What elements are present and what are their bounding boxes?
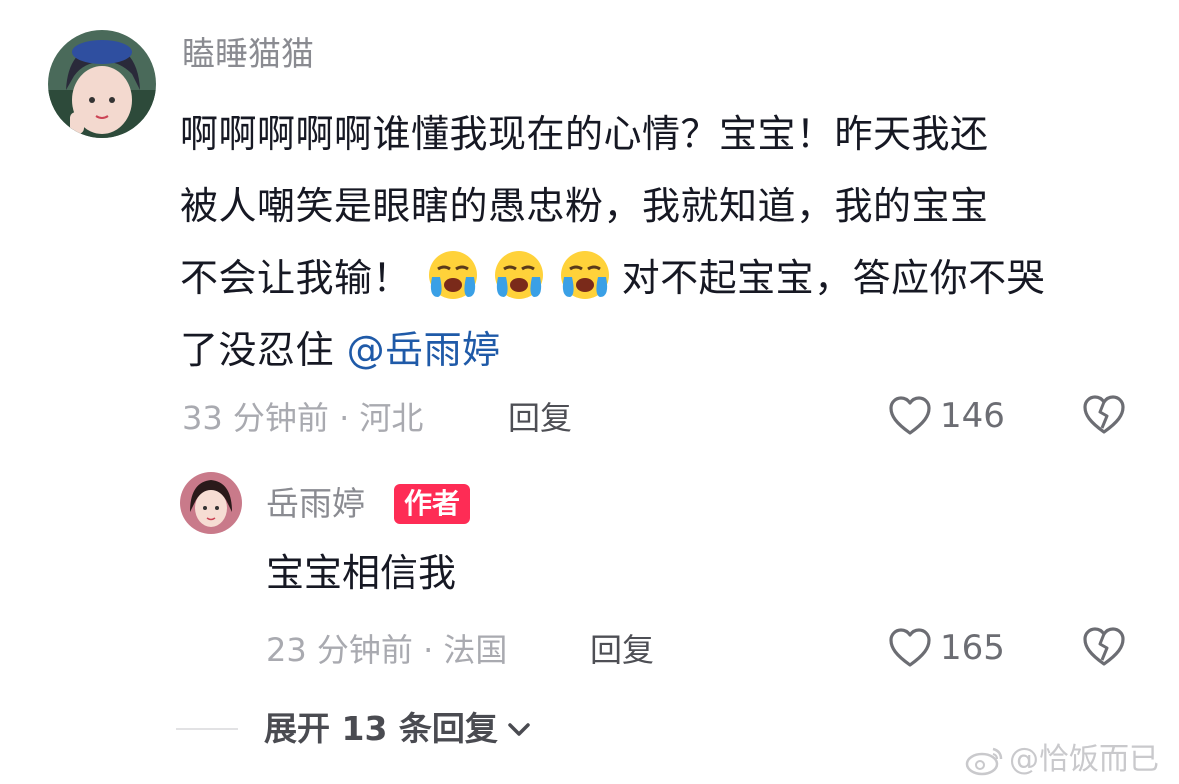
commenter-username[interactable]: 瞌睡猫猫 <box>182 34 314 74</box>
reply-time-location: 23 分钟前 · 法国 <box>266 631 508 669</box>
author-username[interactable]: 岳雨婷 <box>266 484 365 524</box>
broken-heart-icon <box>1083 627 1125 666</box>
like-button[interactable]: 146 <box>888 396 1005 436</box>
chevron-down-icon <box>508 723 530 736</box>
comment-text-line: 啊啊啊啊啊谁懂我现在的心情？宝宝！昨天我还 <box>180 112 989 156</box>
comment-text-line: 了没忍住 <box>180 328 335 372</box>
comment-text-line: 被人嘲笑是眼瞎的愚忠粉，我就知道，我的宝宝 <box>180 184 989 228</box>
loudly-crying-face-icon <box>424 247 482 301</box>
reply-button[interactable]: 回复 <box>590 630 654 670</box>
comment-time-location: 33 分钟前 · 河北 <box>182 399 424 437</box>
divider <box>176 728 238 730</box>
dislike-button[interactable] <box>1082 394 1126 440</box>
dislike-button[interactable] <box>1082 626 1126 672</box>
reply-button[interactable]: 回复 <box>508 398 572 438</box>
watermark: @恰饭而已 <box>965 742 1159 778</box>
watermark-text: @恰饭而已 <box>1009 742 1159 777</box>
like-count: 146 <box>940 396 1005 436</box>
weibo-logo-icon <box>965 747 1003 776</box>
loudly-crying-face-icon <box>556 247 614 301</box>
comment-text: 啊啊啊啊啊谁懂我现在的心情？宝宝！昨天我还 被人嘲笑是眼瞎的愚忠粉，我就知道，我… <box>180 98 1140 386</box>
heart-icon <box>889 628 931 667</box>
heart-icon <box>889 396 931 435</box>
expand-replies-button[interactable]: 展开 13 条回复 <box>264 708 532 750</box>
mention-link[interactable]: @岳雨婷 <box>347 328 501 372</box>
author-badge: 作者 <box>394 484 471 524</box>
comment-text-line: 不会让我输！ <box>180 256 412 300</box>
expand-replies-label: 展开 13 条回复 <box>264 709 498 748</box>
comment-text-line: 对不起宝宝，答应你不哭 <box>621 256 1046 300</box>
broken-heart-icon <box>1083 395 1125 434</box>
like-count: 165 <box>940 628 1005 668</box>
author-avatar[interactable] <box>180 472 242 534</box>
loudly-crying-face-icon <box>490 247 548 301</box>
commenter-avatar[interactable] <box>48 30 156 138</box>
reply-text: 宝宝相信我 <box>266 551 457 595</box>
like-button[interactable]: 165 <box>888 628 1005 668</box>
